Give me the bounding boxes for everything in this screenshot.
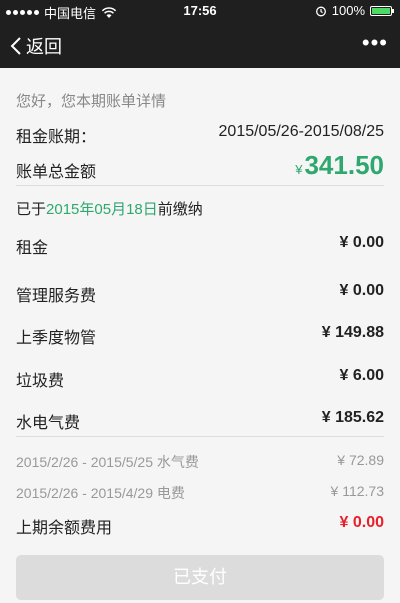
sub-item-electricity: 2015/2/26 - 2015/4/29 电费 ¥ 112.73	[16, 483, 384, 503]
period-value: 2015/05/26-2015/08/25	[218, 123, 384, 140]
divider	[16, 185, 384, 186]
item-utilities: 水电气费 ¥ 185.62	[16, 409, 384, 433]
item-value: ¥ 0.00	[339, 282, 384, 299]
sub-item-label: 2015/2/26 - 2015/4/29 电费	[16, 485, 185, 501]
item-label: 水电气费	[16, 415, 81, 432]
sub-item-water-gas: 2015/2/26 - 2015/5/25 水气费 ¥ 72.89	[16, 452, 384, 472]
paid-button[interactable]: 已支付	[16, 555, 384, 600]
item-label: 租金	[16, 240, 49, 257]
previous-balance-value: ¥ 0.00	[339, 514, 384, 531]
status-left: 中国电信	[6, 3, 117, 22]
item-property-fee: 上季度物管 ¥ 149.88	[16, 324, 384, 348]
due-prefix: 已于	[16, 201, 47, 218]
item-value: ¥ 0.00	[339, 234, 384, 251]
wifi-icon	[101, 6, 117, 18]
item-rent: 租金 ¥ 0.00	[16, 234, 384, 258]
sub-item-value: ¥ 72.89	[337, 452, 384, 468]
total-value: 341.50	[304, 150, 384, 180]
sub-item-label: 2015/2/26 - 2015/5/25 水气费	[16, 454, 199, 470]
total-currency: ¥	[295, 162, 303, 177]
battery-percent: 100%	[331, 3, 365, 18]
due-date: 2015年05月18日	[46, 201, 158, 218]
item-label: 垃圾费	[16, 373, 65, 390]
item-garbage-fee: 垃圾费 ¥ 6.00	[16, 367, 384, 391]
signal-icon	[6, 10, 39, 15]
status-right: 100%	[315, 3, 394, 18]
previous-balance-row: 上期余额费用 ¥ 0.00	[16, 514, 384, 538]
item-value: ¥ 185.62	[321, 409, 384, 426]
sub-item-value: ¥ 112.73	[330, 483, 384, 499]
item-value: ¥ 6.00	[339, 367, 384, 384]
battery-icon	[370, 5, 394, 16]
item-label: 管理服务费	[16, 288, 97, 305]
battery-fill	[372, 7, 390, 14]
more-menu-button[interactable]: •••	[362, 32, 388, 54]
item-value: ¥ 149.88	[321, 324, 384, 341]
period-row: 租金账期： 2015/05/26-2015/08/25	[16, 123, 384, 147]
status-bar: 中国电信 17:56 100%	[0, 0, 400, 22]
due-suffix: 前缴纳	[157, 201, 203, 218]
nav-bar: 返回 •••	[0, 22, 400, 68]
greeting-text: 您好，您本期账单详情	[16, 93, 167, 110]
total-label: 账单总金额	[16, 164, 97, 181]
back-label: 返回	[26, 37, 62, 57]
period-label: 租金账期：	[16, 129, 97, 146]
total-amount: ¥341.50	[295, 150, 384, 181]
due-date-line: 已于2015年05月18日前缴纳	[16, 198, 203, 219]
previous-balance-label: 上期余额费用	[16, 520, 113, 537]
carrier-label: 中国电信	[44, 6, 97, 21]
back-button[interactable]: 返回	[10, 33, 62, 59]
item-label: 上季度物管	[16, 330, 97, 347]
chevron-left-icon	[10, 37, 21, 55]
item-management-fee: 管理服务费 ¥ 0.00	[16, 282, 384, 306]
divider	[16, 436, 384, 437]
alarm-icon	[315, 6, 326, 16]
